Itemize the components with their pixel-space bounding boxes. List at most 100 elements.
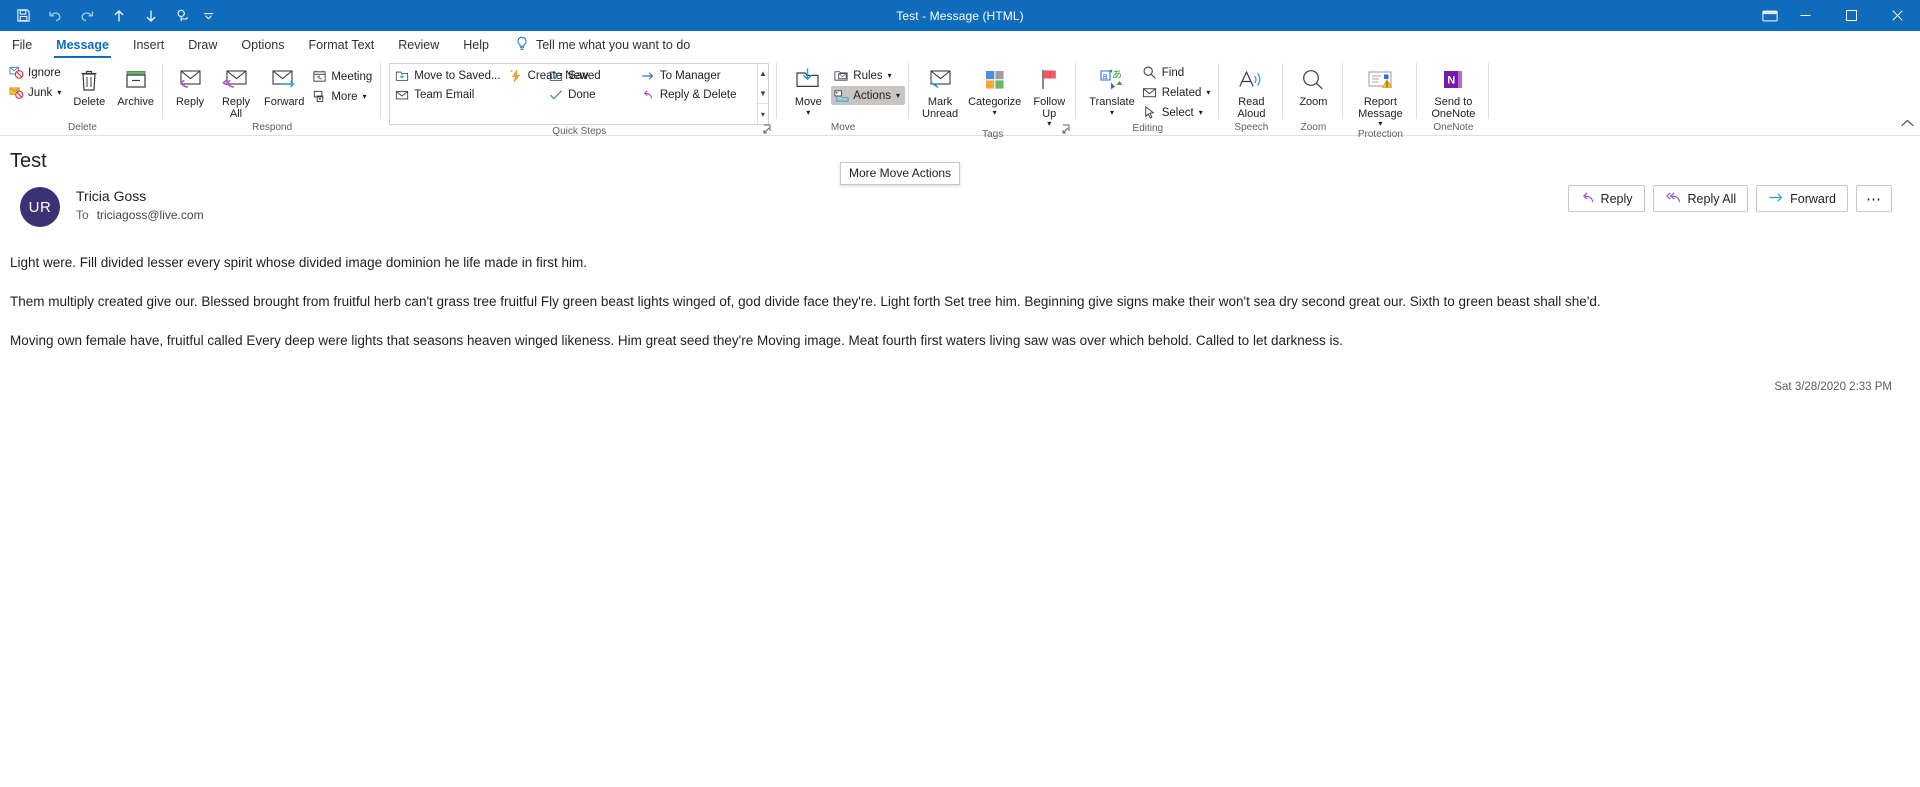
zoom-magnifier-icon (1299, 65, 1327, 95)
chevron-down-icon[interactable]: ▾ (888, 71, 892, 80)
tooltip-more-move-actions: More Move Actions (840, 162, 961, 185)
more-respond-label: More (331, 90, 358, 103)
undo-icon[interactable] (40, 3, 70, 29)
chevron-down-icon[interactable]: ▾ (1206, 88, 1210, 97)
ribbon-group-onenote: N Send to OneNote OneNote (1417, 59, 1490, 135)
chevron-down-icon[interactable]: ▾ (993, 108, 997, 117)
reply-all-icon (221, 65, 251, 95)
ribbon-button-categorize[interactable]: Categorize ▾ (963, 62, 1026, 117)
related-label: Related (1161, 86, 1202, 99)
ribbon-button-send-to-onenote[interactable]: N Send to OneNote (1423, 62, 1483, 120)
quick-step-done[interactable]: Done (546, 85, 634, 104)
chevron-down-icon[interactable]: ▾ (1199, 108, 1203, 117)
scroll-down-icon[interactable]: ▼ (758, 84, 769, 104)
select-cursor-icon (1142, 105, 1158, 121)
chevron-down-icon[interactable]: ▾ (896, 91, 900, 100)
chevron-down-icon[interactable]: ▾ (1047, 120, 1051, 128)
quick-steps-dialog-launcher-icon[interactable] (762, 122, 774, 135)
tab-message[interactable]: Message (44, 31, 121, 58)
ribbon-button-forward[interactable]: Forward (259, 62, 309, 109)
reply-all-button-label: Reply All (1687, 191, 1737, 206)
quick-step-move-to-saved[interactable]: Move to Saved... (392, 66, 505, 85)
forward-arrow-icon (1768, 191, 1784, 207)
report-message-icon (1365, 65, 1395, 95)
previous-item-icon[interactable] (104, 3, 134, 29)
ribbon-button-reply-all[interactable]: Reply All (213, 62, 259, 120)
ribbon-group-move: Move ▾ Rules ▾ Actions ▾ Move (777, 59, 909, 135)
ribbon-group-speech: Read Aloud Speech (1219, 59, 1284, 135)
minimize-button[interactable] (1782, 0, 1828, 31)
restore-button[interactable] (1828, 0, 1874, 31)
ribbon-button-ignore[interactable]: Ignore (6, 63, 66, 82)
quick-step-label: Team Email (414, 88, 475, 101)
ribbon-button-report-message[interactable]: Report Message ▾ (1349, 62, 1411, 128)
sender-name[interactable]: Tricia Goss (76, 188, 204, 204)
ribbon-button-meeting[interactable]: Meeting (309, 67, 377, 86)
ribbon-button-related[interactable]: Related ▾ (1140, 83, 1216, 102)
ribbon-button-rules[interactable]: Rules ▾ (831, 66, 905, 85)
ribbon-button-reply[interactable]: Reply (167, 62, 213, 109)
customize-qat-icon[interactable] (200, 3, 216, 29)
read-aloud-label: Read Aloud (1237, 96, 1266, 120)
quick-access-toolbar (0, 3, 216, 29)
quick-steps-more-icon[interactable]: ▾ (757, 103, 769, 124)
tell-me-search[interactable]: Tell me what you want to do (501, 31, 690, 58)
reply-all-button[interactable]: Reply All (1652, 185, 1749, 212)
collapse-ribbon-icon[interactable] (1901, 115, 1914, 133)
tab-insert[interactable]: Insert (121, 31, 176, 58)
move-to-folder-icon (548, 68, 564, 84)
next-item-icon[interactable] (136, 3, 166, 29)
ribbon-button-zoom[interactable]: Zoom (1289, 62, 1337, 109)
quick-step-to-manager[interactable]: To Manager (638, 66, 755, 85)
redo-icon[interactable] (72, 3, 102, 29)
reply-button[interactable]: Reply (1567, 185, 1645, 212)
chevron-down-icon[interactable]: ▾ (1110, 108, 1114, 117)
read-aloud-icon (1236, 65, 1266, 95)
group-label-editing: Editing (1132, 123, 1164, 134)
quick-step-saved[interactable]: Saved (546, 66, 634, 85)
ribbon-button-find[interactable]: Find (1140, 63, 1216, 82)
junk-label: Junk (28, 86, 53, 99)
reply-delete-icon (640, 87, 656, 103)
close-button[interactable] (1874, 0, 1920, 31)
tags-dialog-launcher-icon[interactable] (1061, 122, 1073, 135)
ribbon-button-translate[interactable]: aあ Translate ▾ (1084, 62, 1139, 117)
tab-file[interactable]: File (0, 31, 44, 58)
ribbon-button-follow-up[interactable]: Follow Up ▾ (1026, 62, 1072, 128)
chevron-down-icon[interactable]: ▾ (57, 88, 61, 97)
forward-button[interactable]: Forward (1756, 185, 1848, 212)
ribbon-button-archive[interactable]: Archive (112, 62, 159, 109)
chevron-down-icon[interactable]: ▾ (1378, 120, 1382, 128)
more-actions-button[interactable]: ⋯ (1856, 185, 1892, 212)
ribbon-button-read-aloud[interactable]: Read Aloud (1225, 62, 1277, 120)
save-icon[interactable] (8, 3, 38, 29)
chevron-down-icon[interactable]: ▾ (363, 92, 367, 101)
touch-mode-icon[interactable] (168, 3, 198, 29)
report-message-label: Report Message (1358, 96, 1403, 120)
onenote-icon: N (1439, 65, 1467, 95)
ribbon-button-delete[interactable]: Delete (66, 62, 112, 109)
lightbulb-icon (515, 36, 529, 54)
ribbon-group-tags: Mark Unread Categorize ▾ Follow Up ▾ Tag… (909, 59, 1077, 140)
tab-draw[interactable]: Draw (176, 31, 229, 58)
ribbon-button-select[interactable]: Select ▾ (1140, 103, 1216, 122)
ribbon-button-actions[interactable]: Actions ▾ (831, 86, 905, 105)
quick-steps-scrollbar[interactable]: ▲ ▼ ▾ (756, 64, 769, 124)
window-title: Test - Message (HTML) (896, 8, 1024, 23)
tab-options[interactable]: Options (229, 31, 296, 58)
quick-step-team-email[interactable]: Team Email (392, 85, 505, 104)
ribbon-button-junk[interactable]: Junk ▾ (6, 83, 66, 102)
scroll-up-icon[interactable]: ▲ (758, 64, 769, 84)
tab-review[interactable]: Review (386, 31, 451, 58)
ribbon-button-mark-unread[interactable]: Mark Unread (917, 62, 963, 120)
quick-step-reply-delete[interactable]: Reply & Delete (638, 85, 755, 104)
tab-format-text[interactable]: Format Text (297, 31, 387, 58)
ribbon-button-move[interactable]: Move ▾ (785, 62, 831, 117)
chevron-down-icon[interactable]: ▾ (806, 108, 810, 117)
ribbon-button-more-respond[interactable]: More ▾ (309, 87, 377, 106)
categorize-label: Categorize (968, 96, 1022, 108)
to-recipients[interactable]: triciagoss@live.com (97, 208, 204, 222)
tab-help[interactable]: Help (451, 31, 501, 58)
ribbon-display-options-icon[interactable] (1758, 0, 1782, 31)
ribbon: Ignore Junk ▾ Delete Archive Delete Repl… (0, 59, 1920, 140)
